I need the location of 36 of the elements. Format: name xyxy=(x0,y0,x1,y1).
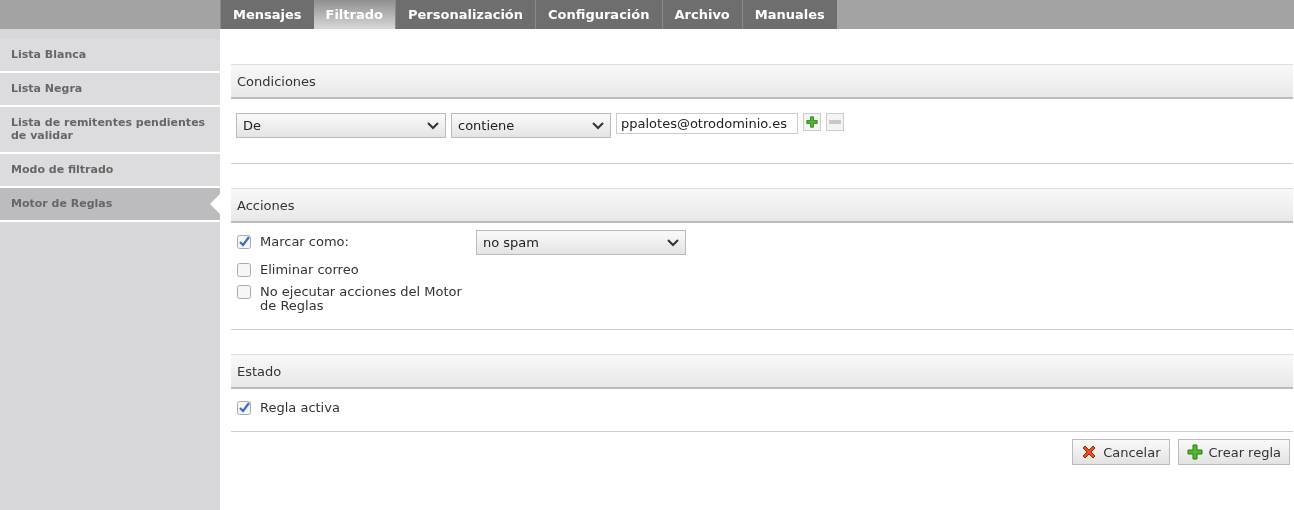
sidebar-item[interactable]: Lista de remitentes pendientes de validar xyxy=(0,107,220,154)
nav-tab[interactable]: Personalización xyxy=(394,0,536,29)
checkbox[interactable] xyxy=(237,263,251,277)
minus-icon xyxy=(829,120,841,124)
nav-tab[interactable]: Mensajes xyxy=(220,0,314,29)
select-field[interactable]: De xyxy=(236,113,446,138)
pointer-notch xyxy=(210,194,220,214)
chevron-down-icon xyxy=(592,121,604,130)
create-button[interactable]: Crear regla xyxy=(1177,439,1290,465)
checkbox[interactable] xyxy=(237,285,251,299)
checkbox[interactable] xyxy=(237,401,251,415)
nav-tab[interactable]: Archivo xyxy=(661,0,742,29)
plus-icon xyxy=(1186,444,1203,460)
chevron-down-icon xyxy=(427,121,439,130)
checkbox-label: Regla activa xyxy=(260,401,341,415)
checkbox-label: Marcar como: xyxy=(260,235,350,249)
sidebar-item[interactable]: Lista Negra xyxy=(0,73,220,107)
nav-tab[interactable]: Manuales xyxy=(741,0,837,29)
add-button[interactable] xyxy=(803,113,821,131)
checkbox[interactable] xyxy=(237,235,251,249)
sidebar-item[interactable]: Lista Blanca xyxy=(0,39,220,73)
section-header: Estado xyxy=(231,354,1293,389)
section-header: Condiciones xyxy=(231,64,1293,99)
cancel-button[interactable]: Cancelar xyxy=(1072,439,1170,465)
select-field[interactable]: contiene xyxy=(451,113,611,138)
plus-icon xyxy=(806,116,818,128)
nav-tab[interactable]: Configuración xyxy=(535,0,662,29)
checkbox-label: No ejecutar acciones del Motor de Reglas xyxy=(260,285,463,313)
sidebar-item[interactable]: Modo de filtrado xyxy=(0,154,220,188)
chevron-down-icon xyxy=(667,238,679,247)
input-field[interactable]: ppalotes@otrodominio.es xyxy=(616,113,798,134)
select-field[interactable]: no spam xyxy=(476,230,686,255)
close-icon xyxy=(1081,444,1098,460)
section-header: Acciones xyxy=(231,188,1293,223)
checkbox-label: Eliminar correo xyxy=(260,263,360,277)
sidebar-item[interactable]: Motor de Reglas xyxy=(0,188,220,222)
